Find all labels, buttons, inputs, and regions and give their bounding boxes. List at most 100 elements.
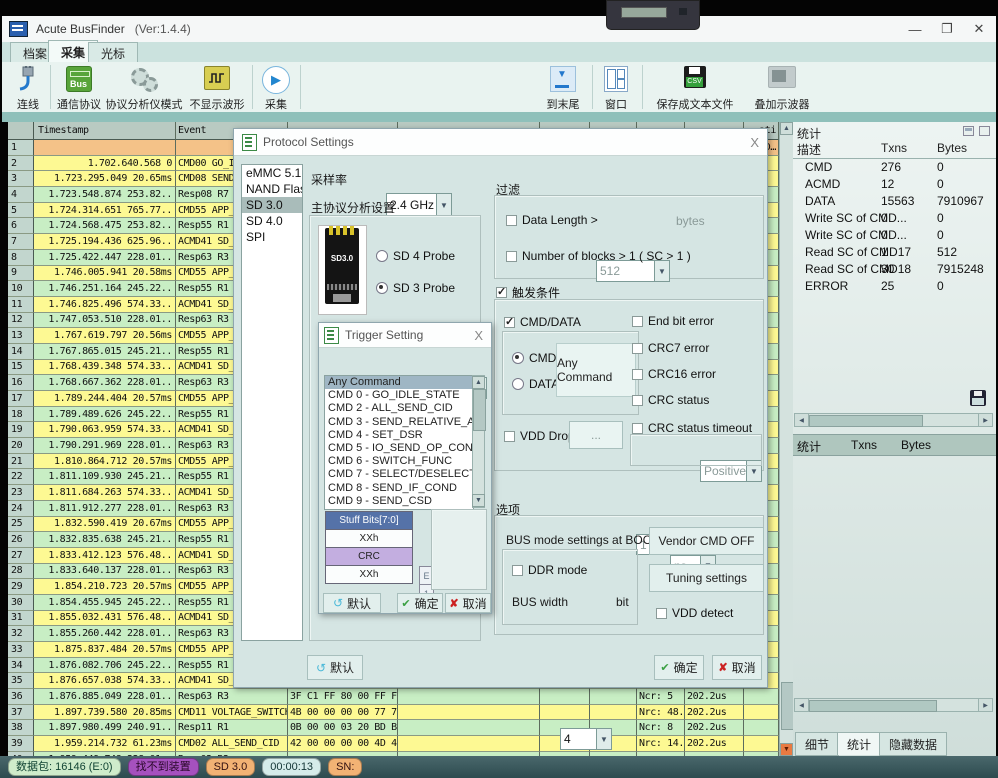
- close-panel-icon[interactable]: [979, 126, 990, 136]
- blocks-checkbox[interactable]: Number of blocks > 1 ( SC > 1 ): [506, 249, 691, 263]
- minimize-button[interactable]: —: [900, 16, 930, 42]
- table-row[interactable]: 361.876.885.049 228.01..Resp63 R33F C1 F…: [8, 689, 779, 705]
- stats-header-desc[interactable]: 描述: [797, 141, 821, 158]
- scrollbar-thumb[interactable]: [809, 700, 937, 712]
- command-option[interactable]: CMD 0 - GO_IDLE_STATE: [325, 389, 473, 402]
- stats-header-bytes[interactable]: Bytes: [937, 141, 967, 155]
- trigger-default-button[interactable]: ↺ 默认: [323, 593, 381, 613]
- stats2-header-bytes[interactable]: Bytes: [901, 438, 931, 452]
- table-row[interactable]: 391.959.214.732 61.23msCMD02 ALL_SEND_CI…: [8, 736, 779, 752]
- command-option[interactable]: CMD 6 - SWITCH_FUNC: [325, 455, 473, 468]
- chevron-down-icon[interactable]: ▼: [596, 729, 611, 749]
- command-list-scrollbar[interactable]: ▲ ▼: [472, 375, 485, 508]
- bus-width-dropdown[interactable]: 4 ▼: [560, 728, 612, 750]
- bus-protocol-button[interactable]: Bus 通信协议: [56, 64, 102, 112]
- vdd-drop-options-button[interactable]: ...: [569, 421, 623, 449]
- crc16-error-checkbox[interactable]: CRC16 error: [632, 367, 716, 381]
- table-vertical-scrollbar[interactable]: ▲ ▼: [779, 122, 793, 756]
- capture-button[interactable]: ▶ 采集: [258, 64, 294, 112]
- data-radio[interactable]: DATA: [512, 377, 559, 391]
- dialog-title-bar[interactable]: Protocol Settings X: [234, 129, 767, 156]
- protocol-option[interactable]: SD 4.0: [242, 213, 302, 229]
- row-number: 33: [8, 642, 34, 658]
- analyzer-mode-button[interactable]: 协议分析仪模式: [106, 64, 182, 112]
- sd4-probe-radio[interactable]: SD 4 Probe: [376, 249, 455, 263]
- default-button[interactable]: ↺ 默认: [307, 655, 363, 680]
- crc-timeout-checkbox[interactable]: CRC status timeout: [632, 421, 752, 435]
- scroll-up-button[interactable]: ▲: [472, 376, 485, 389]
- scroll-down-button[interactable]: ▼: [780, 743, 793, 756]
- cmd-radio[interactable]: CMD: [512, 351, 556, 365]
- sample-rate-dropdown[interactable]: 2.4 GHz ▼: [386, 193, 452, 217]
- save-text-file-button[interactable]: CSV 保存成文本文件: [650, 64, 740, 112]
- close-button[interactable]: ✕: [964, 16, 994, 42]
- ddr-mode-checkbox[interactable]: DDR mode: [512, 563, 587, 577]
- tab-details[interactable]: 细节: [795, 732, 839, 756]
- vdd-drop-checkbox[interactable]: VDD Drop: [504, 429, 575, 443]
- to-end-button[interactable]: 到末尾: [542, 64, 584, 112]
- dock-panel-icon[interactable]: [963, 126, 974, 136]
- stats-header-txns[interactable]: Txns: [881, 141, 907, 155]
- any-command-button[interactable]: Any Command: [556, 343, 636, 397]
- end-bit-error-checkbox[interactable]: End bit error: [632, 314, 714, 328]
- scroll-left-button[interactable]: ◀: [795, 699, 809, 711]
- table-row[interactable]: 371.897.739.580 20.85msCMD11 VOLTAGE_SWI…: [8, 705, 779, 721]
- command-option[interactable]: CMD 9 - SEND_CSD: [325, 495, 473, 508]
- protocol-option[interactable]: eMMC 5.1: [242, 165, 302, 181]
- vdd-detect-checkbox[interactable]: VDD detect: [656, 606, 733, 620]
- protocol-option[interactable]: NAND Flash: [242, 181, 302, 197]
- stats-hscrollbar[interactable]: ◀ ▶: [794, 413, 993, 427]
- trigger-ok-button[interactable]: ✔ 确定: [397, 593, 443, 613]
- scroll-right-button[interactable]: ▶: [978, 699, 992, 711]
- trigger-dialog-title-bar[interactable]: Trigger Setting X: [319, 323, 491, 348]
- window-layout-button[interactable]: 窗口: [598, 64, 634, 112]
- tab-hidden-data[interactable]: 隐藏数据: [879, 732, 947, 756]
- maximize-button[interactable]: ❐: [932, 16, 962, 42]
- no-waveform-button[interactable]: 不显示波形: [188, 64, 246, 112]
- trigger-dialog-close-icon[interactable]: X: [474, 328, 483, 343]
- overlay-oscilloscope-button[interactable]: 叠加示波器: [750, 64, 814, 112]
- command-option[interactable]: CMD 7 - SELECT/DESELECT_CARD: [325, 468, 473, 481]
- sd3-probe-radio[interactable]: SD 3 Probe: [376, 281, 455, 295]
- stats2-hscrollbar[interactable]: ◀ ▶: [794, 698, 993, 712]
- command-option[interactable]: CMD 4 - SET_DSR: [325, 429, 473, 442]
- stats2-header-title[interactable]: 统计: [797, 438, 821, 455]
- crc-status-checkbox[interactable]: CRC status: [632, 393, 709, 407]
- command-option[interactable]: CMD 8 - SEND_IF_COND: [325, 482, 473, 495]
- command-option[interactable]: Any Command: [325, 376, 473, 389]
- chevron-down-icon[interactable]: ▼: [654, 261, 669, 281]
- protocol-option[interactable]: SD 3.0: [242, 197, 302, 213]
- scroll-right-button[interactable]: ▶: [978, 414, 992, 426]
- field-cell[interactable]: Stuff Bits[7:0]: [325, 511, 413, 530]
- connect-button[interactable]: 连线: [10, 64, 46, 112]
- scrollbar-thumb[interactable]: [473, 389, 486, 431]
- field-cell[interactable]: CRC: [325, 547, 413, 566]
- header-timestamp[interactable]: Timestamp: [34, 122, 176, 140]
- protocol-option[interactable]: SPI: [242, 229, 302, 245]
- scroll-down-button[interactable]: ▼: [472, 494, 485, 507]
- ok-button[interactable]: ✔ 确定: [654, 655, 704, 680]
- command-option[interactable]: CMD 2 - ALL_SEND_CID: [325, 402, 473, 415]
- table-row[interactable]: 381.897.980.499 240.91..Resp11 R10B 00 0…: [8, 720, 779, 736]
- cancel-button[interactable]: ✘ 取消: [712, 655, 762, 680]
- stats2-header-txns[interactable]: Txns: [851, 438, 877, 452]
- crc7-error-checkbox[interactable]: CRC7 error: [632, 341, 709, 355]
- command-option[interactable]: CMD 5 - IO_SEND_OP_COND: [325, 442, 473, 455]
- trigger-cancel-button[interactable]: ✘ 取消: [445, 593, 491, 613]
- dialog-close-icon[interactable]: X: [750, 135, 759, 150]
- command-option[interactable]: CMD 3 - SEND_RELATIVE_ADDR: [325, 416, 473, 429]
- scroll-up-button[interactable]: ▲: [780, 122, 793, 135]
- field-cell[interactable]: XXh: [325, 565, 413, 584]
- vendor-cmd-off-button[interactable]: Vendor CMD OFF: [649, 527, 764, 555]
- data-length-checkbox[interactable]: Data Length >: [506, 213, 598, 227]
- field-cell[interactable]: XXh: [325, 529, 413, 548]
- scroll-left-button[interactable]: ◀: [795, 414, 809, 426]
- tab-statistics[interactable]: 统计: [837, 732, 881, 755]
- tuning-settings-button[interactable]: Tuning settings: [649, 564, 764, 592]
- chevron-down-icon[interactable]: ▼: [436, 194, 451, 216]
- save-stats-icon[interactable]: [970, 390, 986, 406]
- cmd-data-checkbox[interactable]: CMD/DATA: [504, 315, 581, 329]
- scrollbar-thumb[interactable]: [809, 415, 923, 427]
- data-length-dropdown[interactable]: 512 ▼: [596, 260, 670, 282]
- tab-cursor[interactable]: 光标: [88, 42, 138, 63]
